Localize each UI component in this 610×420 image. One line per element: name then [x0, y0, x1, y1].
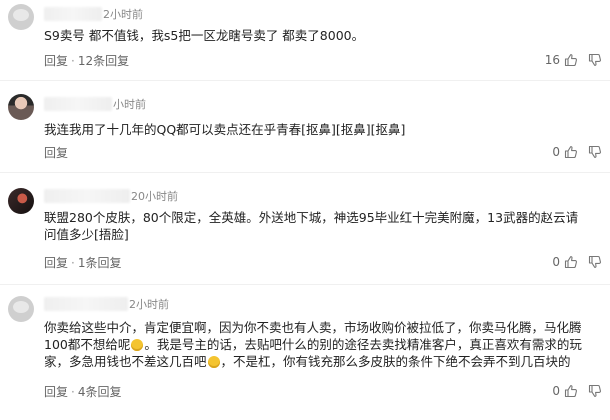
comment-meta: 小时前 [44, 96, 146, 112]
grin-emoji-icon [131, 339, 144, 351]
comment-meta: 2小时前 [44, 296, 169, 312]
username-blurred [44, 7, 102, 21]
reply-button[interactable]: 回复 [44, 54, 68, 68]
comment-time: 2小时前 [103, 8, 143, 21]
comment-item: 2小时前 你卖给这些中介，肯定便宜啊，因为你不卖也有人卖，市场收购价被拉低了，你… [0, 286, 610, 420]
comment-meta: 2小时前 [44, 6, 143, 22]
thumb-down-icon[interactable] [588, 384, 602, 398]
avatar[interactable] [8, 296, 34, 322]
vote-controls: 0 [552, 382, 602, 400]
comment-actions: 回复 · 12条回复 [44, 52, 129, 68]
view-replies-link[interactable]: 1条回复 [78, 256, 122, 270]
comment-text-part: ，不是杠，你有钱充那么多皮肤的条件下绝不会弄不到几百块的 [220, 354, 571, 369]
like-count: 0 [552, 255, 560, 269]
view-replies-link[interactable]: 12条回复 [78, 54, 129, 68]
separator: · [71, 385, 75, 399]
avatar[interactable] [8, 4, 34, 30]
comment-item: 小时前 我连我用了十几年的QQ都可以卖点还在乎青春[抠鼻][抠鼻][抠鼻] 回复… [0, 82, 610, 170]
comment-item: 20小时前 联盟280个皮肤，80个限定，全英雄。外送地下城，神选95毕业红十完… [0, 174, 610, 282]
comment-text: 我连我用了十几年的QQ都可以卖点还在乎青春[抠鼻][抠鼻][抠鼻] [44, 122, 406, 137]
thumb-up-icon[interactable] [564, 145, 578, 159]
like-count: 0 [552, 384, 560, 398]
username-blurred [44, 297, 128, 311]
like-count: 16 [544, 53, 560, 67]
comment-actions: 回复 [44, 144, 68, 160]
vote-controls: 16 [545, 51, 602, 69]
vote-controls: 0 [552, 143, 602, 161]
reply-button[interactable]: 回复 [44, 146, 68, 160]
separator: · [71, 54, 75, 68]
comment-item: 2小时前 S9卖号 都不值钱，我s5把一区龙瞎号卖了 都卖了8000。 回复 · 1… [0, 0, 610, 80]
grin-emoji-icon [207, 356, 220, 368]
username-blurred [44, 97, 112, 111]
vote-controls: 0 [552, 253, 602, 271]
thumb-up-icon[interactable] [564, 384, 578, 398]
thumb-up-icon[interactable] [564, 53, 578, 67]
comment-text: 你卖给这些中介，肯定便宜啊，因为你不卖也有人卖，市场收购价被拉低了，你卖马化腾，… [44, 319, 589, 370]
thumb-down-icon[interactable] [588, 255, 602, 269]
avatar[interactable] [8, 188, 34, 214]
divider [0, 80, 610, 81]
reply-button[interactable]: 回复 [44, 385, 68, 399]
view-replies-link[interactable]: 4条回复 [78, 385, 122, 399]
comment-actions: 回复 · 4条回复 [44, 383, 121, 399]
thumb-down-icon[interactable] [588, 145, 602, 159]
avatar[interactable] [8, 94, 34, 120]
reply-button[interactable]: 回复 [44, 256, 68, 270]
username-blurred [44, 189, 130, 203]
separator: · [71, 256, 75, 270]
divider [0, 172, 610, 173]
comment-text: S9卖号 都不值钱，我s5把一区龙瞎号卖了 都卖了8000。 [44, 28, 365, 43]
comment-time: 2小时前 [129, 298, 169, 311]
thumb-up-icon[interactable] [564, 255, 578, 269]
comment-time: 20小时前 [131, 190, 178, 203]
comment-meta: 20小时前 [44, 188, 178, 204]
thumb-down-icon[interactable] [588, 53, 602, 67]
like-count: 0 [552, 145, 560, 159]
comment-text: 联盟280个皮肤，80个限定，全英雄。外送地下城，神选95毕业红十完美附魔，13… [44, 210, 579, 242]
comment-time: 小时前 [113, 98, 146, 111]
comment-actions: 回复 · 1条回复 [44, 254, 121, 270]
divider [0, 284, 610, 285]
